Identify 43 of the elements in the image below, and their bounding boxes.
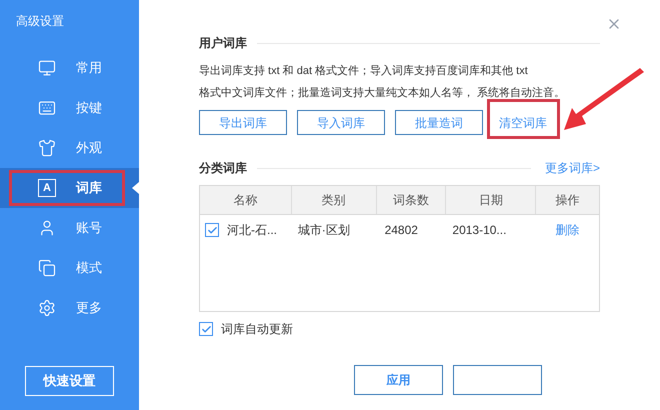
column-header: 日期: [446, 186, 536, 214]
delete-link[interactable]: 删除: [536, 221, 599, 239]
letter-icon: A: [38, 179, 56, 197]
quick-settings-button[interactable]: 快速设置: [25, 366, 114, 396]
column-header: 词条数: [376, 186, 446, 214]
sidebar-item[interactable]: 模式: [0, 248, 139, 288]
description-line: 格式中文词库文件；批量造词支持大量纯文本如人名等， 系统将自动注音。: [199, 86, 566, 101]
column-header: 名称: [200, 186, 292, 214]
sidebar-item[interactable]: 外观: [0, 128, 139, 168]
checkbox[interactable]: [199, 322, 213, 336]
column-header: 操作: [554, 192, 581, 209]
dialog-button[interactable]: [453, 365, 542, 395]
checkbox[interactable]: [205, 223, 219, 237]
apply-button[interactable]: 应用: [354, 365, 443, 395]
section-heading: 用户词库: [199, 35, 247, 52]
dictionary-button[interactable]: 批量造词: [395, 110, 483, 135]
more-dictionaries-link[interactable]: 更多词库>: [544, 159, 600, 177]
table-cell-text: 24802: [384, 222, 419, 239]
table-cell-text: 2013-10...: [451, 222, 508, 239]
pages-icon: [38, 259, 56, 277]
monitor-icon: [38, 59, 56, 77]
dictionary-button[interactable]: 导出词库: [199, 110, 287, 135]
sidebar-item[interactable]: 按键: [0, 88, 139, 128]
window-title: 高级设置: [15, 13, 65, 30]
sidebar-item[interactable]: 常用: [0, 48, 139, 88]
check-icon: [206, 224, 218, 236]
shirt-icon: [38, 139, 56, 157]
clear-dictionary-link[interactable]: 清空词库: [495, 116, 551, 130]
user-icon: [38, 219, 56, 237]
table-cell-text: 城市·区划: [296, 222, 351, 239]
gear-icon: [38, 299, 56, 317]
dictionary-button[interactable]: 导入词库: [297, 110, 385, 135]
description-line: 导出词库支持 txt 和 dat 格式文件；导入词库支持百度词库和其他 txt: [199, 64, 529, 79]
keyboard-icon: [38, 99, 56, 117]
pointer-icon: [132, 182, 139, 194]
sidebar-item[interactable]: 更多: [0, 288, 139, 328]
checkbox-label: 词库自动更新: [221, 321, 293, 338]
column-header: 类别: [292, 186, 377, 214]
check-icon: [200, 324, 212, 334]
table-cell-text: 河北-石...: [227, 222, 277, 239]
sidebar-item[interactable]: A 词库: [0, 168, 139, 208]
section-heading: 分类词库: [199, 160, 247, 177]
sidebar-item[interactable]: 账号: [0, 208, 139, 248]
